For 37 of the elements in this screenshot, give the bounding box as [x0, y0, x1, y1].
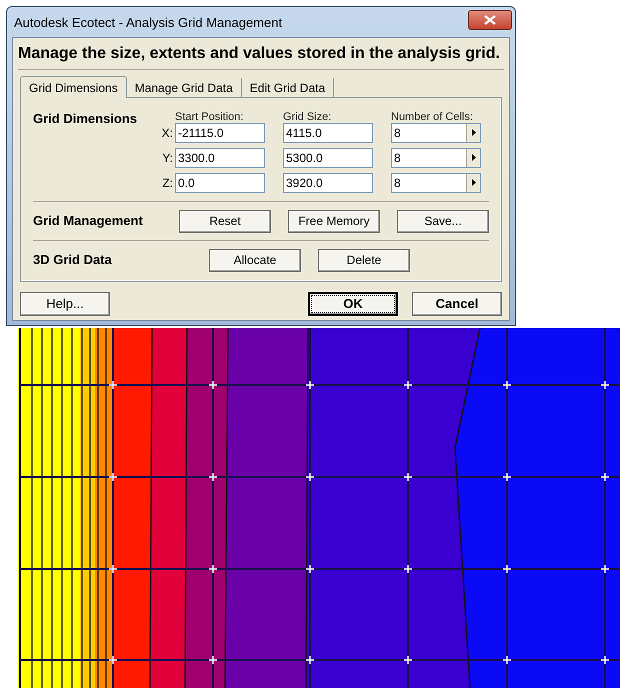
arrow-right-icon — [472, 129, 476, 136]
input-field[interactable]: 4115.0 — [283, 122, 373, 142]
window-title: Autodesk Ecotect - Analysis Grid Management — [14, 14, 282, 32]
tab[interactable]: Grid Dimensions — [20, 76, 127, 98]
spin-button[interactable] — [466, 174, 480, 192]
column-header: Grid Size: — [283, 111, 332, 123]
axis-label: Y: — [161, 150, 174, 166]
section-label: Grid Dimensions — [33, 110, 138, 128]
button[interactable]: Help... — [20, 292, 110, 316]
button[interactable]: Delete — [318, 248, 410, 272]
input-field[interactable]: 3920.0 — [283, 172, 373, 192]
button[interactable]: Free Memory — [288, 210, 380, 232]
input-field[interactable]: 5300.0 — [283, 148, 373, 168]
number-field[interactable]: 8 — [391, 172, 481, 192]
arrow-right-icon — [472, 179, 476, 186]
number-field[interactable]: 8 — [391, 122, 481, 142]
axis-label: Z: — [161, 174, 174, 192]
close-button[interactable] — [468, 10, 512, 30]
button[interactable]: Allocate — [209, 248, 301, 272]
input-field[interactable]: 0.0 — [175, 172, 265, 192]
close-icon — [484, 15, 496, 25]
input-field[interactable]: 3300.0 — [175, 148, 265, 168]
column-header: Start Position: — [175, 111, 244, 123]
axis-label: X: — [160, 124, 174, 142]
button[interactable]: Cancel — [412, 292, 502, 316]
input-field[interactable]: -21115.0 — [175, 122, 265, 142]
button[interactable]: Save... — [397, 210, 489, 232]
column-header: Number of Cells: — [391, 111, 473, 123]
number-field[interactable]: 8 — [391, 148, 481, 168]
section-label: Grid Management — [33, 212, 144, 230]
arrow-right-icon — [472, 154, 476, 161]
button[interactable]: OK — [308, 292, 398, 316]
dialog-heading: Manage the size, extents and values stored in the analysis grid. — [18, 42, 504, 70]
spin-button[interactable] — [466, 148, 480, 166]
button[interactable]: Reset — [179, 210, 271, 232]
spin-button[interactable] — [466, 124, 480, 142]
section-label: 3D Grid Data — [33, 251, 113, 270]
